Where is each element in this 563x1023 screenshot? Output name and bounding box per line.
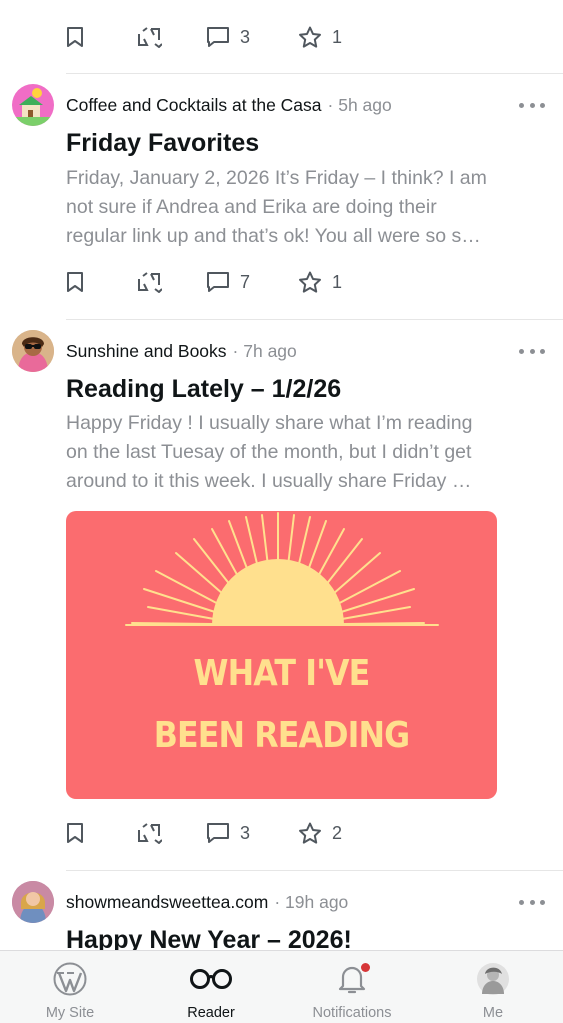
like-count: 1: [332, 271, 343, 292]
reblog-button[interactable]: [136, 271, 206, 293]
site-line: Coffee and Cocktails at the Casa · 5h ag…: [66, 92, 392, 118]
reblog-icon: [138, 272, 162, 293]
post-actions: 3 2: [66, 818, 342, 848]
excerpt-line: on the last Tuesay of the month, but I d…: [66, 441, 472, 463]
profile-avatar: [477, 963, 509, 995]
excerpt-line: not sure if Andrea and Erika are doing t…: [66, 196, 437, 218]
image-text-line: BEEN READING: [153, 715, 410, 756]
more-menu-button[interactable]: [519, 892, 545, 912]
tab-notifications[interactable]: Notifications: [282, 951, 422, 1023]
site-avatar-image: [12, 881, 54, 923]
excerpt-line: Happy Friday ! I usually share what I’m …: [66, 412, 473, 434]
tab-me[interactable]: Me: [423, 951, 563, 1023]
site-line: Sunshine and Books · 7h ago: [66, 338, 297, 364]
post-title[interactable]: Reading Lately – 1/2/26: [66, 375, 341, 404]
site-line: showmeandsweettea.com · 19h ago: [66, 889, 348, 915]
tab-label: My Site: [45, 1005, 95, 1021]
tab-my-site[interactable]: My Site: [0, 951, 140, 1023]
post-actions: 7 1: [66, 267, 342, 297]
sun-illustration: [125, 512, 439, 626]
image-text-line: WHAT I'VE: [193, 653, 371, 694]
post-time-value: 5h ago: [338, 94, 392, 115]
post-time-value: 19h ago: [285, 891, 349, 912]
reblog-button[interactable]: [136, 822, 206, 844]
comment-count: 7: [240, 271, 251, 292]
tab-label: Me: [482, 1005, 504, 1021]
post-title[interactable]: Happy New Year – 2026!: [66, 926, 352, 950]
bookmark-button[interactable]: [66, 271, 136, 293]
comment-count: 3: [240, 822, 251, 843]
post-time: · 5h ago: [327, 94, 392, 115]
bookmark-icon: [67, 272, 83, 292]
bookmark-button[interactable]: [66, 822, 136, 844]
site-avatar[interactable]: [12, 881, 54, 923]
comment-icon: [207, 272, 229, 292]
divider: [66, 319, 563, 320]
comment-count: 3: [240, 26, 251, 47]
excerpt-line: Friday, January 2, 2026 It’s Friday – I …: [66, 167, 487, 189]
bookmark-icon: [67, 27, 83, 47]
like-button[interactable]: 1: [298, 26, 342, 48]
site-avatar[interactable]: [12, 330, 54, 372]
tab-reader[interactable]: Reader: [141, 951, 281, 1023]
glasses-icon: [190, 969, 232, 989]
comment-button[interactable]: 3: [206, 26, 298, 48]
divider: [66, 73, 563, 74]
more-menu-button[interactable]: [519, 95, 545, 115]
star-icon: [299, 822, 321, 844]
post-time: · 19h ago: [274, 891, 349, 912]
site-avatar-image: [12, 330, 54, 372]
tab-label: Notifications: [312, 1005, 392, 1021]
bookmark-icon: [67, 823, 83, 843]
post-time: · 7h ago: [232, 340, 297, 361]
post-actions: 3 1: [66, 22, 342, 52]
divider: [66, 870, 563, 871]
like-button[interactable]: 2: [298, 822, 342, 844]
comment-button[interactable]: 7: [206, 271, 298, 293]
more-menu-button[interactable]: [519, 341, 545, 361]
site-avatar-image: [12, 88, 54, 126]
featured-image[interactable]: WHAT I'VE BEEN READING: [66, 511, 497, 799]
reader-feed: 3 1 Coffee and Cocktails at the Casa · 5…: [0, 0, 563, 950]
bottom-tab-bar: My Site Reader Notifications Me: [0, 950, 563, 1023]
post-excerpt[interactable]: Happy Friday ! I usually share what I’m …: [66, 409, 546, 496]
excerpt-line: regular link up and that’s ok! You all w…: [66, 225, 481, 247]
excerpt-line: around to it this week. I usually share …: [66, 470, 472, 492]
reblog-button[interactable]: [136, 26, 206, 48]
site-name[interactable]: Sunshine and Books: [66, 341, 227, 362]
site-name[interactable]: showmeandsweettea.com: [66, 892, 268, 913]
post-title[interactable]: Friday Favorites: [66, 129, 259, 158]
post-excerpt[interactable]: Friday, January 2, 2026 It’s Friday – I …: [66, 164, 546, 251]
wordpress-icon: [53, 962, 87, 996]
post-time-value: 7h ago: [243, 340, 297, 361]
bookmark-button[interactable]: [66, 26, 136, 48]
like-count: 1: [332, 26, 343, 47]
tab-label: Reader: [187, 1005, 235, 1021]
reblog-icon: [138, 823, 162, 844]
notification-badge: [361, 963, 370, 972]
site-name[interactable]: Coffee and Cocktails at the Casa: [66, 95, 322, 116]
like-button[interactable]: 1: [298, 271, 342, 293]
comment-icon: [207, 27, 229, 47]
comment-icon: [207, 823, 229, 843]
star-icon: [299, 271, 321, 293]
comment-button[interactable]: 3: [206, 822, 298, 844]
reblog-icon: [138, 27, 162, 48]
like-count: 2: [332, 822, 343, 843]
site-avatar[interactable]: [12, 84, 54, 126]
star-icon: [299, 26, 321, 48]
